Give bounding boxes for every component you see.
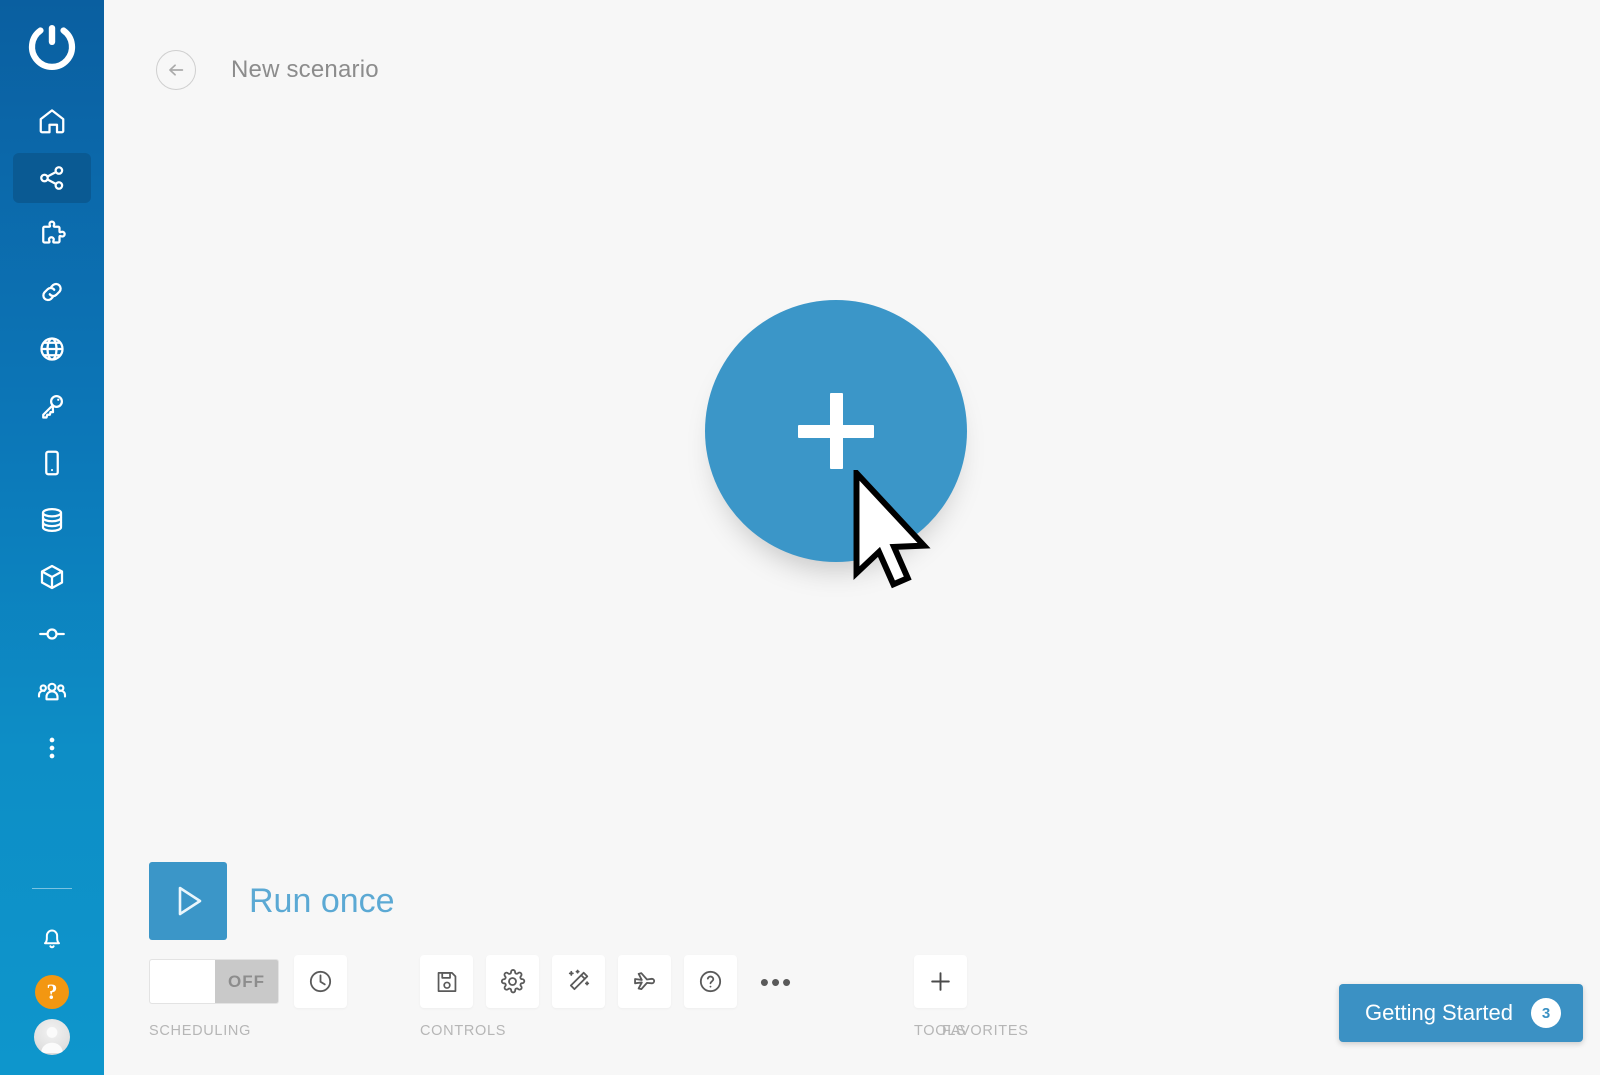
sidebar-item-devices[interactable]	[13, 438, 91, 488]
sidebar-nav-list	[0, 96, 104, 780]
sidebar-item-scenarios[interactable]	[13, 153, 91, 203]
sidebar-item-data-stores[interactable]	[13, 495, 91, 545]
more-options-button[interactable]: •••	[750, 955, 803, 1008]
help-button[interactable]	[684, 955, 737, 1008]
page-title: New scenario	[231, 56, 379, 83]
getting-started-label: Getting Started	[1365, 1000, 1513, 1025]
clock-icon	[309, 970, 332, 993]
scenario-canvas[interactable]	[104, 140, 1600, 840]
question-circle-icon	[699, 970, 722, 993]
user-avatar-icon	[41, 1027, 63, 1053]
toggle-state-label: OFF	[228, 971, 265, 991]
back-button[interactable]	[156, 50, 196, 90]
sidebar-item-notifications[interactable]	[20, 911, 84, 965]
favorites-buttons	[914, 955, 1064, 1008]
sidebar-item-templates[interactable]	[13, 210, 91, 260]
sidebar-item-more[interactable]	[13, 723, 91, 773]
scheduling-buttons: OFF	[149, 955, 360, 1008]
play-triangle-icon	[178, 886, 202, 916]
getting-started-count-badge: 3	[1531, 998, 1561, 1028]
favorites-group-label: FAVORITES	[942, 1023, 1029, 1039]
tools-favorites-labels: TOOLS FAVORITES	[914, 1023, 1064, 1043]
gear-icon	[500, 969, 526, 994]
magic-wand-icon	[568, 969, 590, 991]
getting-started-button[interactable]: Getting Started 3	[1339, 984, 1583, 1042]
database-icon	[41, 507, 63, 533]
toolbar-groups: OFF SCHEDULING ••• CONTROLS TOOLS FAVORI…	[149, 955, 1064, 1043]
avatar	[34, 1019, 70, 1055]
users-icon	[37, 682, 67, 701]
run-once-label: Run once	[249, 881, 395, 920]
main-sidebar: ?	[0, 0, 104, 1075]
toggle-knob	[150, 960, 215, 1003]
node-connector-icon	[39, 628, 65, 640]
share-nodes-icon	[40, 166, 64, 190]
controls-group: ••• CONTROLS	[420, 955, 816, 1039]
scheduling-group-label: SCHEDULING	[149, 1023, 252, 1039]
controls-buttons: •••	[420, 955, 816, 1008]
sidebar-item-team[interactable]	[13, 666, 91, 716]
sidebar-item-keys[interactable]	[13, 381, 91, 431]
controls-group-label: CONTROLS	[420, 1023, 507, 1039]
sidebar-item-webhooks[interactable]	[13, 324, 91, 374]
question-mark-icon: ?	[35, 975, 69, 1009]
vertical-dots-icon	[49, 737, 55, 759]
sidebar-item-data-structures[interactable]	[13, 552, 91, 602]
key-icon	[42, 394, 64, 419]
plus-icon-vertical	[829, 393, 843, 469]
sidebar-item-home[interactable]	[13, 96, 91, 146]
settings-button[interactable]	[486, 955, 539, 1008]
globe-icon	[40, 337, 64, 361]
cube-icon	[40, 564, 64, 590]
arrow-left-circle-icon	[169, 64, 184, 76]
puzzle-piece-icon	[42, 220, 66, 244]
ellipsis-icon: •••	[759, 966, 794, 997]
plus-icon	[931, 972, 950, 991]
run-once-button[interactable]	[149, 862, 227, 940]
auto-align-button[interactable]	[552, 955, 605, 1008]
add-module-button[interactable]	[705, 300, 967, 562]
app-root: ? New scenario Run once OFF SCHEDULING •…	[0, 0, 1600, 1075]
schedule-settings-button[interactable]	[294, 955, 347, 1008]
sidebar-item-help[interactable]: ?	[20, 965, 84, 1019]
home-icon	[39, 109, 65, 134]
explain-flow-button[interactable]	[618, 955, 671, 1008]
favorites-group: TOOLS FAVORITES	[914, 955, 1064, 1043]
save-button[interactable]	[420, 955, 473, 1008]
scheduling-toggle[interactable]: OFF	[149, 959, 279, 1004]
sidebar-item-connections[interactable]	[13, 267, 91, 317]
add-favorite-button[interactable]	[914, 955, 967, 1008]
sidebar-item-functions[interactable]	[13, 609, 91, 659]
airplane-icon	[634, 972, 656, 991]
sidebar-divider	[32, 888, 72, 889]
floppy-disk-icon	[437, 971, 456, 992]
integromat-power-logo-icon	[28, 25, 76, 70]
scenario-header: New scenario	[104, 0, 1600, 140]
scheduling-group: OFF SCHEDULING	[149, 955, 360, 1039]
run-once-row: Run once	[149, 862, 395, 940]
link-icon	[42, 282, 62, 302]
sidebar-item-profile[interactable]	[20, 1019, 84, 1075]
app-logo[interactable]	[21, 16, 83, 78]
bell-icon	[44, 929, 60, 949]
mobile-icon	[45, 450, 59, 476]
